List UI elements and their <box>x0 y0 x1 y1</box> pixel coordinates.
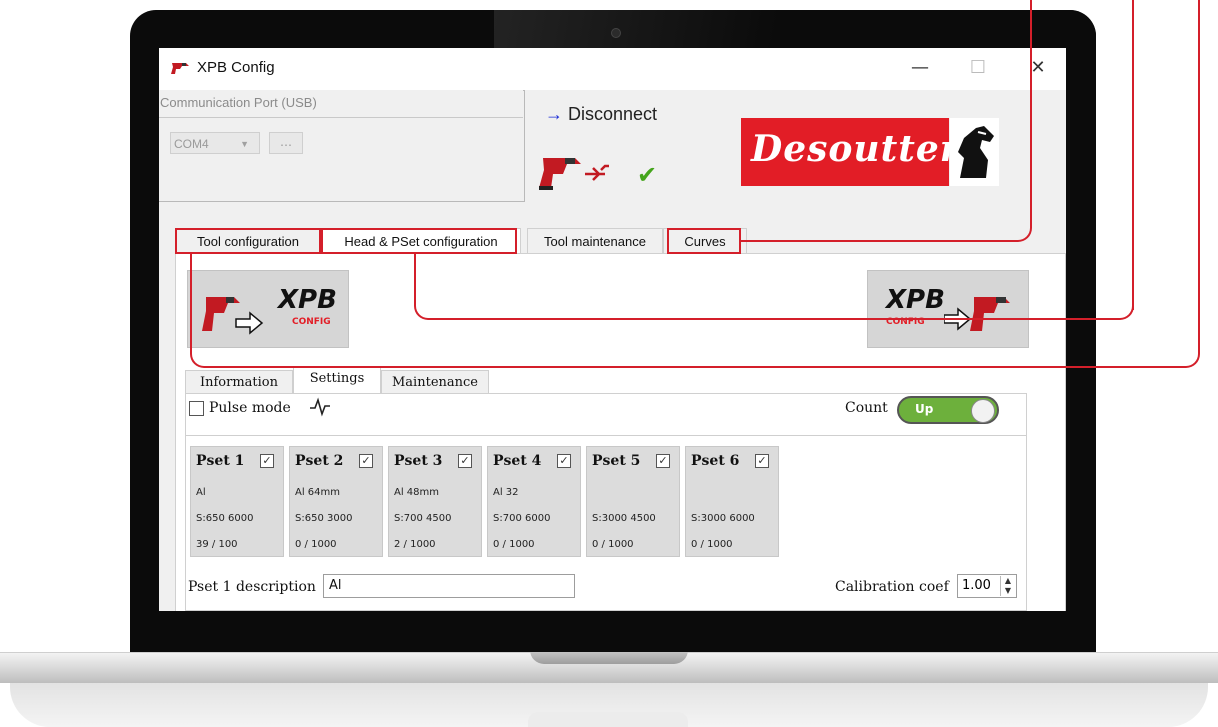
pset-description-input[interactable]: Al <box>323 574 575 598</box>
connector-line-tool-config-vertical <box>1198 0 1200 260</box>
com-port-value: COM4 <box>174 137 209 151</box>
calibration-coef-value: 1.00 <box>962 578 991 593</box>
count-toggle-value: Up <box>915 402 934 416</box>
pset-speed: S:650 6000 <box>196 513 254 524</box>
pset-card[interactable]: Pset 5 ✓ S:3000 4500 0 / 1000 <box>586 446 680 557</box>
connected-check-icon: ✔ <box>637 161 658 189</box>
pset-name: Pset 3 <box>394 453 443 469</box>
pset-description-label: Pset 1 description <box>188 579 316 595</box>
highlight-head-pset <box>321 228 517 254</box>
disconnect-label: Disconnect <box>568 104 658 124</box>
pulse-mode-checkbox[interactable] <box>189 401 204 416</box>
comm-port-label: Communication Port (USB) <box>159 90 523 118</box>
pset-name: Pset 5 <box>592 453 641 469</box>
pset-enabled-checkbox[interactable]: ✓ <box>755 454 769 468</box>
toggle-knob <box>971 399 995 423</box>
laptop-foot <box>528 712 688 727</box>
pset-card[interactable]: Pset 2 ✓ Al 64mm S:650 3000 0 / 1000 <box>289 446 383 557</box>
pset-name: Pset 2 <box>295 453 344 469</box>
pset-speed: S:650 3000 <box>295 513 353 524</box>
arrow-right-icon: → <box>545 104 563 124</box>
window-title: XPB Config <box>197 59 275 76</box>
pset-name: Pset 4 <box>493 453 542 469</box>
pset-name: Pset 1 <box>196 453 245 469</box>
pset-count: 0 / 1000 <box>592 539 634 550</box>
pset-enabled-checkbox[interactable]: ✓ <box>557 454 571 468</box>
disconnect-button[interactable]: → Disconnect <box>545 104 657 125</box>
pset-count: 0 / 1000 <box>295 539 337 550</box>
pset-count: 0 / 1000 <box>493 539 535 550</box>
highlight-curves <box>667 228 741 254</box>
camera-icon <box>611 28 621 38</box>
pset-material: Al 64mm <box>295 487 341 498</box>
connector-line-tool-config <box>190 254 1200 368</box>
pset-speed: S:3000 6000 <box>691 513 755 524</box>
pset-card[interactable]: Pset 3 ✓ Al 48mm S:700 4500 2 / 1000 <box>388 446 482 557</box>
pset-card[interactable]: Pset 4 ✓ Al 32 S:700 6000 0 / 1000 <box>487 446 581 557</box>
com-port-select[interactable]: COM4 ▼ <box>170 132 260 154</box>
count-toggle[interactable]: Up <box>897 396 999 424</box>
calibration-coef-spinner[interactable]: 1.00 ▲ ▼ <box>957 574 1017 598</box>
pset-material: Al 48mm <box>394 487 440 498</box>
pset-material: Al 32 <box>493 487 519 498</box>
laptop-hinge-notch <box>530 650 688 664</box>
pset-enabled-checkbox[interactable]: ✓ <box>260 454 274 468</box>
pset-enabled-checkbox[interactable]: ✓ <box>359 454 373 468</box>
pset-name: Pset 6 <box>691 453 740 469</box>
pulse-mode-label: Pulse mode <box>209 400 291 416</box>
divider <box>186 435 1026 436</box>
app-logo-icon <box>171 63 189 74</box>
browse-port-button[interactable]: … <box>269 132 303 154</box>
subtab-settings[interactable]: Settings <box>293 366 381 394</box>
pset-count: 2 / 1000 <box>394 539 436 550</box>
pset-speed: S:700 4500 <box>394 513 452 524</box>
pset-card[interactable]: Pset 1 ✓ Al S:650 6000 39 / 100 <box>190 446 284 557</box>
pulse-wave-icon <box>310 397 330 417</box>
pset-card[interactable]: Pset 6 ✓ S:3000 6000 0 / 1000 <box>685 446 779 557</box>
pset-speed: S:700 6000 <box>493 513 551 524</box>
pset-enabled-checkbox[interactable]: ✓ <box>656 454 670 468</box>
connector-line-curves <box>740 0 1032 242</box>
pset-enabled-checkbox[interactable]: ✓ <box>458 454 472 468</box>
tab-tool-maintenance[interactable]: Tool maintenance <box>527 228 663 254</box>
calibration-coef-label: Calibration coef <box>835 579 949 595</box>
pset-speed: S:3000 4500 <box>592 513 656 524</box>
chevron-down-icon: ▼ <box>240 139 249 149</box>
pset-material: Al <box>196 487 206 498</box>
pset-count: 39 / 100 <box>196 539 238 550</box>
highlight-tool-configuration <box>175 228 321 254</box>
subtab-maintenance[interactable]: Maintenance <box>381 370 489 394</box>
count-label: Count <box>845 400 888 416</box>
pset-count: 0 / 1000 <box>691 539 733 550</box>
subtab-information[interactable]: Information <box>185 370 293 394</box>
spinner-arrows-icon[interactable]: ▲ ▼ <box>1000 576 1015 596</box>
tool-usb-icon <box>539 158 609 190</box>
